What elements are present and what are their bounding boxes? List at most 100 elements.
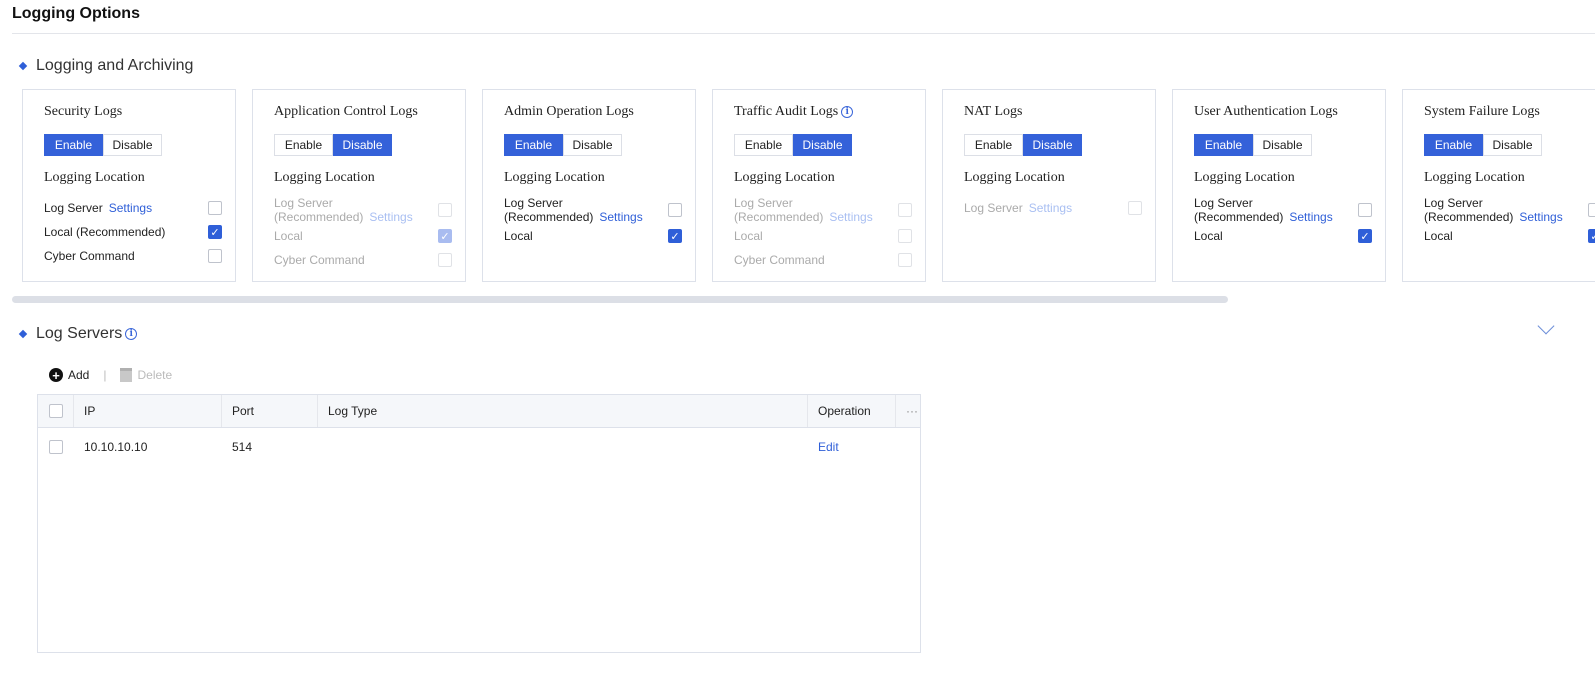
option-checkbox[interactable]: [1358, 203, 1372, 217]
diamond-icon: [18, 329, 28, 339]
settings-link[interactable]: Settings: [1519, 210, 1562, 224]
card-title-text: Admin Operation Logs: [504, 104, 634, 119]
location-option: Log Server (Recommended) Settings: [1424, 196, 1595, 224]
option-label-text: Cyber Command: [44, 249, 135, 263]
section-title: Log Servers: [36, 325, 123, 342]
card-title: Admin Operation Logs: [504, 104, 695, 120]
location-options: Log Server (Recommended) Settings Local ✓: [504, 196, 695, 248]
settings-link[interactable]: Settings: [1029, 201, 1072, 215]
option-label-text: Cyber Command: [734, 253, 825, 267]
info-icon[interactable]: i: [125, 328, 138, 340]
option-label: Local: [1194, 229, 1223, 243]
option-checkbox[interactable]: [208, 201, 222, 215]
delete-button[interactable]: Delete: [137, 368, 172, 382]
option-checkbox[interactable]: [898, 203, 912, 217]
add-button[interactable]: Add: [68, 368, 89, 382]
location-options: Log Server (Recommended) Settings Local ✓ Cy…: [274, 196, 465, 272]
location-option: Local ✓: [274, 224, 452, 248]
settings-link[interactable]: Settings: [1289, 210, 1332, 224]
settings-link[interactable]: Settings: [109, 201, 152, 215]
header-operation: Operation: [808, 395, 896, 427]
card-title-text: NAT Logs: [964, 104, 1023, 119]
option-checkbox[interactable]: ✓: [668, 229, 682, 243]
location-option: Cyber Command: [274, 248, 452, 272]
enable-toggle: Enable Disable: [1194, 134, 1385, 156]
option-label: Log Server (Recommended) Settings: [504, 196, 644, 224]
logging-location-label: Logging Location: [504, 170, 605, 185]
option-label-text: Cyber Command: [274, 253, 365, 267]
enable-button[interactable]: Enable: [1194, 134, 1253, 156]
logging-location-label: Logging Location: [44, 170, 145, 185]
disable-button[interactable]: Disable: [563, 134, 622, 156]
option-checkbox[interactable]: [668, 203, 682, 217]
add-circle-icon[interactable]: +: [49, 368, 63, 383]
disable-button[interactable]: Disable: [1253, 134, 1312, 156]
option-label: Local: [734, 229, 763, 243]
column-settings-button[interactable]: ···: [896, 395, 920, 427]
select-all-checkbox[interactable]: [49, 404, 63, 418]
enable-button[interactable]: Enable: [734, 134, 793, 156]
logging-location-label: Logging Location: [274, 170, 375, 185]
log-servers-table: IP Port Log Type Operation ··· 10.10.10.…: [37, 394, 921, 653]
enable-button[interactable]: Enable: [964, 134, 1023, 156]
chevron-down-icon[interactable]: [1537, 317, 1555, 335]
log-card: Admin Operation Logs Enable Disable Logging…: [482, 89, 696, 282]
edit-link[interactable]: Edit: [818, 440, 839, 454]
disable-button[interactable]: Disable: [333, 134, 392, 156]
info-icon[interactable]: i: [841, 106, 854, 118]
location-option: Local ✓: [504, 224, 682, 248]
enable-button[interactable]: Enable: [504, 134, 563, 156]
disable-button[interactable]: Disable: [793, 134, 852, 156]
location-options: Log Server (Recommended) Settings Local Cyb…: [734, 196, 925, 272]
option-label-text: Log Server (Recommended): [1194, 196, 1284, 224]
page-title: Logging Options: [12, 5, 140, 22]
location-options: Log Server (Recommended) Settings Local ✓: [1424, 196, 1595, 248]
card-title: Traffic Audit Logs i: [734, 104, 925, 120]
location-option: Local (Recommended) ✓: [44, 220, 222, 244]
header-log-type[interactable]: Log Type: [318, 395, 808, 427]
disable-button[interactable]: Disable: [103, 134, 162, 156]
disable-button[interactable]: Disable: [1483, 134, 1542, 156]
option-checkbox[interactable]: [898, 253, 912, 267]
option-checkbox[interactable]: ✓: [438, 229, 452, 243]
option-checkbox[interactable]: [438, 253, 452, 267]
location-option: Cyber Command: [44, 244, 222, 268]
option-label: Log Server Settings: [964, 201, 1072, 215]
option-label-text: Local: [734, 229, 763, 243]
option-checkbox[interactable]: ✓: [208, 225, 222, 239]
option-label-text: Log Server: [964, 201, 1023, 215]
header-port[interactable]: Port: [222, 395, 318, 427]
enable-button[interactable]: Enable: [1424, 134, 1483, 156]
option-checkbox[interactable]: [1588, 203, 1595, 217]
section-title: Logging and Archiving: [36, 57, 194, 74]
enable-toggle: Enable Disable: [734, 134, 925, 156]
cell-port: 514: [232, 440, 253, 454]
option-label: Local: [1424, 229, 1453, 243]
settings-link[interactable]: Settings: [369, 210, 412, 224]
option-label: Cyber Command: [734, 253, 825, 267]
log-card: NAT Logs Enable Disable Logging Location Log…: [942, 89, 1156, 282]
header-ip[interactable]: IP: [74, 395, 222, 427]
cell-ip: 10.10.10.10: [84, 440, 148, 454]
settings-link[interactable]: Settings: [829, 210, 872, 224]
option-label-text: Local (Recommended): [44, 225, 166, 239]
enable-button[interactable]: Enable: [274, 134, 333, 156]
enable-button[interactable]: Enable: [44, 134, 103, 156]
option-checkbox[interactable]: [898, 229, 912, 243]
horizontal-scrollbar[interactable]: [12, 296, 1228, 303]
card-title-text: Security Logs: [44, 104, 123, 119]
settings-link[interactable]: Settings: [599, 210, 642, 224]
option-checkbox[interactable]: [1128, 201, 1142, 215]
logging-location-label: Logging Location: [1194, 170, 1295, 185]
log-card: Application Control Logs Enable Disable Log…: [252, 89, 466, 282]
option-checkbox[interactable]: [208, 249, 222, 263]
log-type-cards: Security Logs Enable Disable Logging Locati…: [22, 89, 1595, 282]
option-label: Log Server (Recommended) Settings: [734, 196, 874, 224]
row-checkbox[interactable]: [49, 440, 63, 454]
location-options: Log Server Settings Local (Recommended) ✓ Cy…: [44, 196, 235, 268]
option-checkbox[interactable]: ✓: [1358, 229, 1372, 243]
option-checkbox[interactable]: ✓: [1588, 229, 1595, 243]
disable-button[interactable]: Disable: [1023, 134, 1082, 156]
option-label-text: Log Server (Recommended): [734, 196, 824, 224]
option-checkbox[interactable]: [438, 203, 452, 217]
